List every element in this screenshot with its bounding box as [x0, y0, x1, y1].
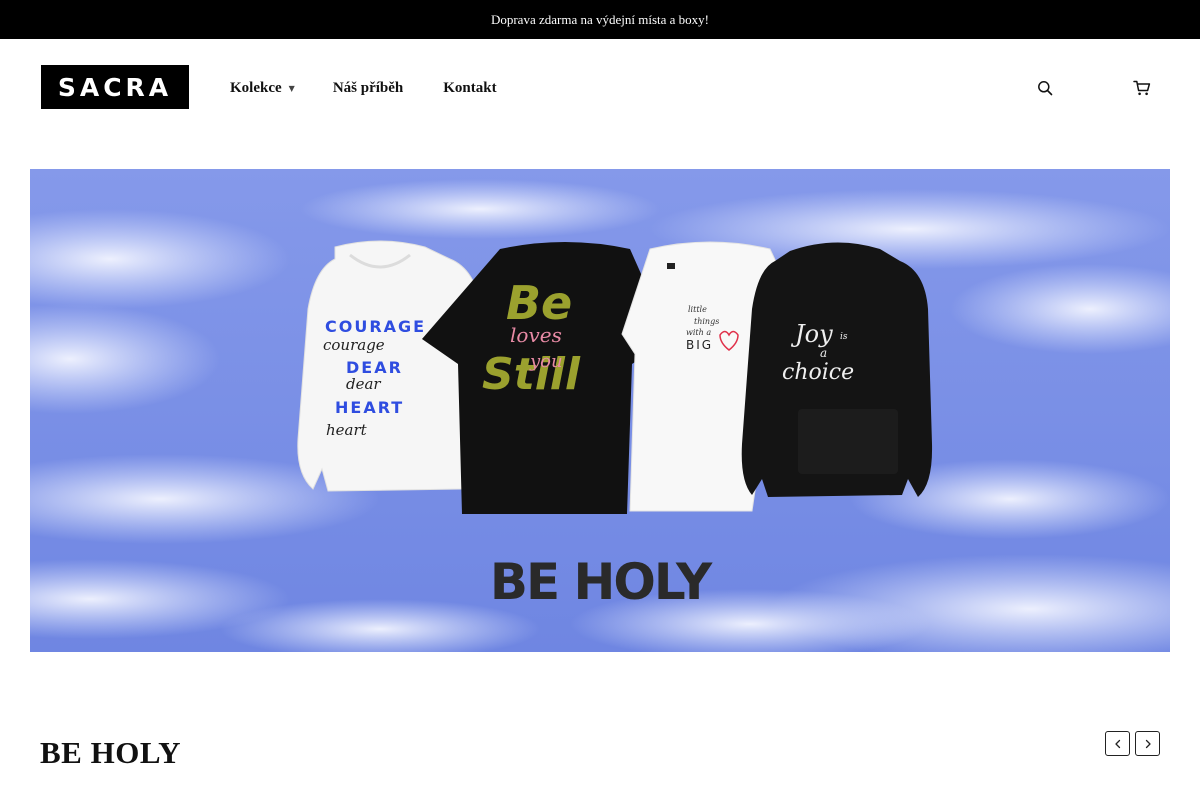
svg-text:little: little — [688, 305, 707, 314]
section-title: BE HOLY — [40, 735, 182, 770]
nav-item-label: Kontakt — [443, 80, 497, 96]
chevron-right-icon — [1145, 739, 1151, 748]
logo-text: SACRA — [57, 72, 173, 102]
site-logo[interactable]: SACRA — [41, 65, 189, 109]
cart-icon — [1133, 80, 1151, 96]
svg-text:you: you — [529, 351, 563, 372]
search-button[interactable] — [1036, 79, 1054, 97]
svg-text:Be: Be — [506, 276, 572, 330]
svg-text:with a: with a — [686, 328, 711, 337]
nav-item-label: Kolekce — [230, 80, 282, 96]
chevron-left-icon — [1114, 739, 1120, 748]
svg-text:dear: dear — [346, 375, 381, 393]
svg-text:a: a — [820, 346, 827, 360]
nav-item-nas-pribeh[interactable]: Náš příběh — [333, 80, 403, 97]
carousel-next-button[interactable] — [1135, 731, 1160, 756]
svg-text:is: is — [840, 332, 848, 342]
svg-text:courage: courage — [323, 336, 385, 354]
svg-text:loves: loves — [510, 323, 562, 347]
carousel-prev-button[interactable] — [1105, 731, 1130, 756]
site-header: SACRA Kolekce ▼ Náš příběh Kontakt — [0, 39, 1200, 139]
svg-text:choice: choice — [782, 360, 854, 385]
nav-item-kolekce[interactable]: Kolekce ▼ — [230, 80, 295, 97]
product-black-hoodie: Joy is a choice — [741, 242, 933, 497]
hero-image: COURAGE DEAR HEART courage dear heart Be… — [30, 169, 1170, 652]
announcement-text: Doprava zdarma na výdejní místa a boxy! — [490, 11, 710, 27]
svg-text:heart: heart — [326, 421, 368, 439]
svg-text:BIG: BIG — [686, 338, 713, 352]
cart-button[interactable] — [1133, 79, 1151, 97]
chevron-down-icon: ▼ — [288, 84, 295, 93]
svg-text:things: things — [694, 317, 719, 326]
hero-banner[interactable]: COURAGE DEAR HEART courage dear heart Be… — [30, 169, 1170, 652]
nav-item-label: Náš příběh — [332, 80, 404, 96]
svg-text:HEART: HEART — [335, 398, 404, 417]
search-icon — [1038, 81, 1053, 96]
main-nav: Kolekce ▼ Náš příběh Kontakt — [230, 80, 497, 97]
announcement-bar: Doprava zdarma na výdejní místa a boxy! — [0, 0, 1200, 39]
hero-headline: BE HOLY — [490, 553, 713, 611]
svg-text:Joy: Joy — [790, 320, 833, 348]
nav-item-kontakt[interactable]: Kontakt — [443, 80, 496, 97]
svg-text:COURAGE: COURAGE — [325, 317, 426, 336]
